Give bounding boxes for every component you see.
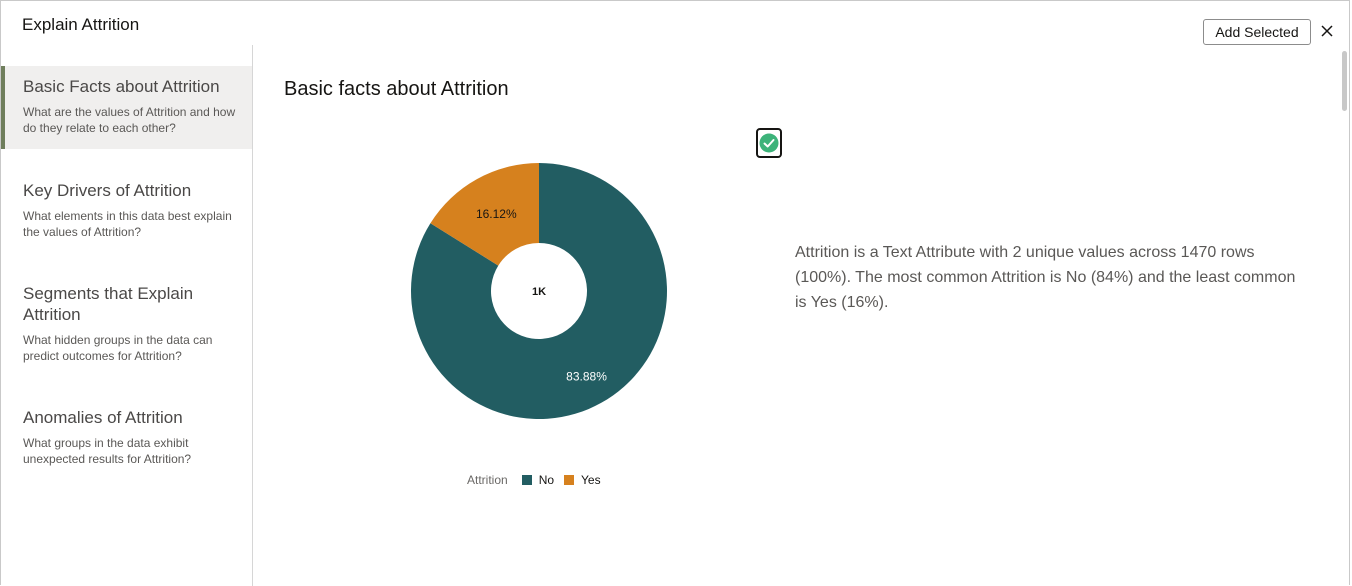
sidebar-item-segments[interactable]: Segments that Explain Attrition What hid… <box>1 272 252 364</box>
legend-item-yes[interactable]: Yes <box>564 473 601 487</box>
legend-label-no: No <box>538 473 555 487</box>
sidebar-item-desc: What are the values of Attrition and how… <box>23 105 236 135</box>
sidebar-item-desc: What hidden groups in the data can predi… <box>23 333 213 363</box>
legend-title: Attrition <box>467 473 508 487</box>
sidebar-item-title: Basic Facts about Attrition <box>23 77 220 96</box>
sidebar-item-title: Key Drivers of Attrition <box>23 181 192 200</box>
donut-center-label: 1K <box>532 286 546 298</box>
add-selected-button[interactable]: Add Selected <box>1203 19 1311 45</box>
sidebar-item-key-drivers[interactable]: Key Drivers of Attrition What elements i… <box>1 169 252 240</box>
insight-summary: Attrition is a Text Attribute with 2 uni… <box>795 244 1296 311</box>
legend-item-no[interactable]: No <box>521 473 555 487</box>
donut-label-yes: 16.12% <box>476 207 517 221</box>
sidebar-item-title: Segments that Explain Attrition <box>23 284 194 324</box>
legend-swatch-no <box>521 475 532 485</box>
section-title: Basic facts about Attrition <box>284 78 509 100</box>
sidebar-item-anomalies[interactable]: Anomalies of Attrition What groups in th… <box>1 396 252 467</box>
sidebar-item-title: Anomalies of Attrition <box>23 408 183 427</box>
dialog-title: Explain Attrition <box>22 15 140 34</box>
check-icon <box>759 133 779 153</box>
sidebar-item-desc: What groups in the data exhibit unexpect… <box>23 436 192 466</box>
sidebar: Basic Facts about Attrition What are the… <box>1 45 253 586</box>
legend-swatch-yes <box>564 475 575 485</box>
legend-label-yes: Yes <box>581 473 601 487</box>
donut-label-no: 83.88% <box>566 370 607 384</box>
vertical-scrollbar[interactable] <box>1342 51 1347 111</box>
sidebar-item-desc: What elements in this data best explain … <box>23 209 232 239</box>
select-insight-checkbox[interactable] <box>756 128 782 158</box>
close-icon[interactable] <box>1317 21 1337 41</box>
chart-legend: Attrition No Yes <box>467 473 611 487</box>
explain-dialog: Explain Attrition Add Selected Basic Fac… <box>0 0 1350 586</box>
sidebar-item-basic-facts[interactable]: Basic Facts about Attrition What are the… <box>1 66 252 149</box>
main-panel: Basic facts about Attrition 83.88% 16.12%… <box>253 45 1343 586</box>
attrition-donut-chart: 83.88% 16.12% 1K <box>411 163 667 420</box>
